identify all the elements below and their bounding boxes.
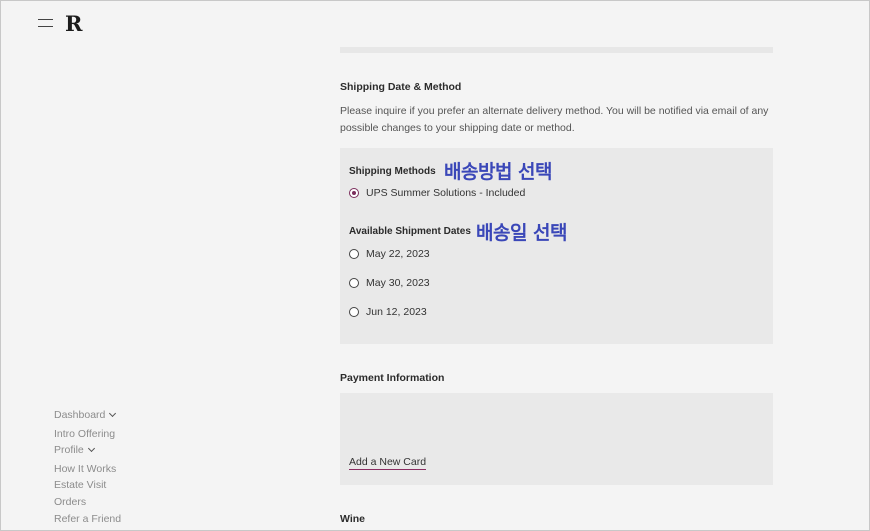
sidebar-item-profile[interactable]: Profile [54, 444, 95, 456]
shipping-options-panel: Shipping Methods 배송방법 선택 UPS Summer Solu… [340, 148, 773, 344]
shipping-method-option-ups[interactable]: UPS Summer Solutions - Included [349, 187, 525, 199]
radio-unselected-icon[interactable] [349, 249, 359, 259]
sidebar-item-how-it-works[interactable]: How It Works [54, 463, 116, 475]
hamburger-menu-icon[interactable] [38, 19, 53, 28]
add-new-card-link[interactable]: Add a New Card [349, 456, 427, 470]
shipping-methods-label: Shipping Methods [349, 166, 436, 177]
payment-section-title: Payment Information [340, 372, 445, 384]
chevron-down-icon [109, 409, 117, 418]
shipment-date-label: May 22, 2023 [366, 248, 430, 260]
shipment-date-option[interactable]: May 30, 2023 [349, 277, 430, 289]
sidebar-item-label: Profile [54, 444, 84, 456]
sidebar-item-dashboard[interactable]: Dashboard [54, 409, 117, 421]
shipment-date-option[interactable]: May 22, 2023 [349, 248, 430, 260]
sidebar-item-estate-visit[interactable]: Estate Visit [54, 479, 106, 491]
shipment-date-option[interactable]: Jun 12, 2023 [349, 306, 427, 318]
radio-selected-icon[interactable] [349, 188, 359, 198]
shipment-date-annotation: 배송일 선택 [476, 222, 568, 244]
sidebar-item-intro-offering[interactable]: Intro Offering [54, 428, 115, 440]
shipment-dates-label: Available Shipment Dates [349, 226, 471, 237]
shipping-section-title: Shipping Date & Method [340, 81, 462, 93]
sidebar-item-orders[interactable]: Orders [54, 496, 86, 508]
previous-section-panel-edge [340, 47, 773, 53]
sidebar-item-label: Refer a Friend [54, 513, 122, 525]
sidebar-item-label: Estate Visit [54, 479, 107, 491]
wine-section-title: Wine [340, 513, 365, 525]
shipment-date-label: Jun 12, 2023 [366, 306, 427, 318]
sidebar-item-label: Orders [54, 496, 87, 508]
chevron-down-icon [87, 444, 95, 453]
radio-unselected-icon[interactable] [349, 307, 359, 317]
sidebar-item-label: Intro Offering [54, 428, 116, 440]
sidebar-item-label: Dashboard [54, 409, 106, 421]
shipping-method-label: UPS Summer Solutions - Included [366, 187, 526, 199]
sidebar-item-label: How It Works [54, 463, 117, 475]
shipment-date-label: May 30, 2023 [366, 277, 430, 289]
radio-unselected-icon[interactable] [349, 278, 359, 288]
sidebar-item-refer-a-friend[interactable]: Refer a Friend [54, 513, 121, 525]
brand-logo[interactable]: R [65, 11, 82, 36]
payment-panel: Add a New Card [340, 393, 773, 485]
shipping-method-annotation: 배송방법 선택 [444, 161, 553, 183]
shipping-description: Please inquire if you prefer an alternat… [340, 105, 769, 134]
